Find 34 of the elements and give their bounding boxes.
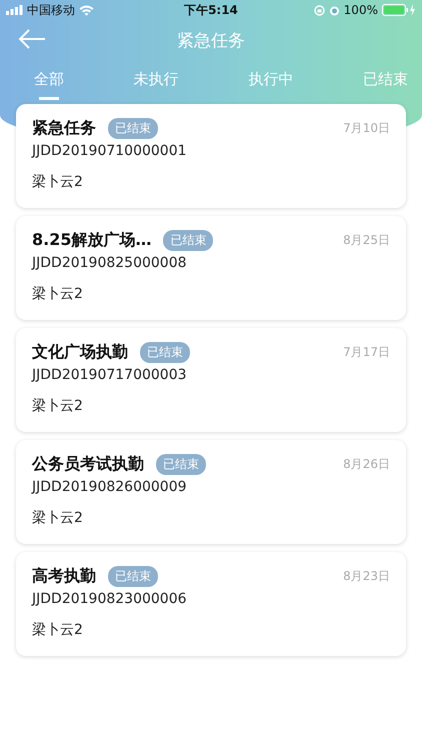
task-title: 紧急任务 <box>32 118 96 139</box>
task-person: 梁卜云2 <box>32 397 84 415</box>
page-title: 紧急任务 <box>177 30 245 52</box>
task-title: 文化广场执勤 <box>32 342 128 363</box>
status-time: 下午5:14 <box>184 2 238 18</box>
task-card[interactable]: 紧急任务 已结束 7月10日 JJDD20190710000001 梁卜云2 <box>16 104 406 208</box>
task-code: JJDD20190717000003 <box>32 367 188 383</box>
carrier-name: 中国移动 <box>27 2 75 18</box>
task-code: JJDD20190825000008 <box>32 255 188 271</box>
status-tag: 已结束 <box>163 230 214 251</box>
task-date: 8月25日 <box>343 232 390 249</box>
task-title: 公务员考试执勤 <box>32 454 144 475</box>
task-code: JJDD20190823000006 <box>32 591 188 607</box>
status-tag: 已结束 <box>108 118 158 139</box>
task-title: 8.25解放广场… <box>32 230 152 251</box>
battery-percent: 100% <box>344 3 378 17</box>
task-person: 梁卜云2 <box>32 285 84 303</box>
task-date: 7月17日 <box>343 344 390 361</box>
task-title: 高考执勤 <box>32 566 96 587</box>
task-date: 8月23日 <box>343 568 390 585</box>
task-person: 梁卜云2 <box>32 173 84 191</box>
task-card[interactable]: 8.25解放广场… 已结束 8月25日 JJDD20190825000008 梁卜云2 <box>16 216 406 320</box>
status-tag: 已结束 <box>156 454 206 475</box>
task-person: 梁卜云2 <box>32 509 84 527</box>
task-card[interactable]: 文化广场执勤 已结束 7月17日 JJDD20190717000003 梁卜云2 <box>16 328 406 432</box>
task-code: JJDD20190826000009 <box>32 479 188 495</box>
status-tag: 已结束 <box>140 342 190 363</box>
status-tag: 已结束 <box>108 566 158 587</box>
task-card[interactable]: 高考执勤 已结束 8月23日 JJDD20190823000006 梁卜云2 <box>16 552 406 656</box>
task-person: 梁卜云2 <box>32 621 84 639</box>
task-date: 8月26日 <box>343 456 390 473</box>
task-code: JJDD20190710000001 <box>32 143 188 159</box>
task-card[interactable]: 公务员考试执勤 已结束 8月26日 JJDD20190826000009 梁卜云2 <box>16 440 406 544</box>
task-date: 7月10日 <box>343 120 390 137</box>
